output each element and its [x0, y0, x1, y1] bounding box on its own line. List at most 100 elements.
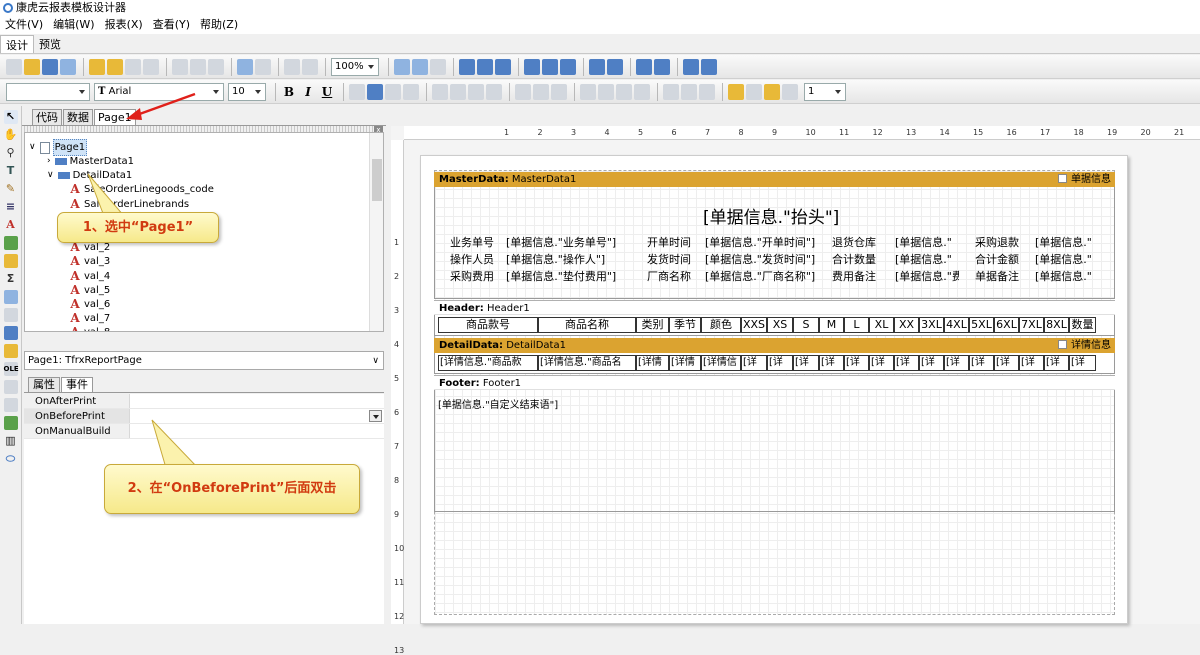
space-v-icon[interactable]: [607, 58, 623, 75]
delete-page-icon[interactable]: [125, 58, 141, 75]
field-label[interactable]: 采购退款: [975, 235, 1033, 251]
field-value[interactable]: [单据信息."操作人"]: [506, 252, 622, 268]
menu-edit[interactable]: 编辑(W): [48, 16, 99, 34]
italic-button[interactable]: I: [300, 84, 316, 100]
tree-scrollbar[interactable]: [369, 133, 383, 331]
field-value[interactable]: [单据信息."垫付费用"]: [506, 269, 622, 285]
field-label[interactable]: 厂商名称: [647, 269, 705, 285]
tab-code[interactable]: 代码: [32, 109, 62, 125]
detaildata-band[interactable]: DetailData: DetailData1 详情信息 [详情信息."商品款[…: [434, 338, 1115, 374]
text-tool-icon[interactable]: T: [4, 164, 18, 178]
detail-cell[interactable]: [详: [844, 355, 869, 371]
align-middle-icon[interactable]: [542, 58, 558, 75]
detail-cell[interactable]: [详: [767, 355, 793, 371]
detail-cell[interactable]: [详: [869, 355, 894, 371]
align-grid-icon[interactable]: [412, 58, 428, 75]
field-label[interactable]: 采购费用: [450, 269, 506, 285]
masterdata-band[interactable]: MasterData: MasterData1 单据信息 [单据信息."抬头"]…: [434, 172, 1115, 299]
header-cell[interactable]: 6XL: [994, 317, 1019, 333]
band-tool-icon[interactable]: ≡: [4, 200, 18, 214]
header-cell[interactable]: XS: [767, 317, 793, 333]
cut-icon[interactable]: [172, 58, 188, 75]
undo-icon[interactable]: [237, 58, 253, 75]
checkbox-tool-icon[interactable]: [3, 326, 18, 340]
tree-item[interactable]: Aval_4: [69, 269, 110, 284]
field-label[interactable]: 业务单号: [450, 235, 506, 251]
header-cell[interactable]: 季节: [669, 317, 701, 333]
copy-icon[interactable]: [190, 58, 206, 75]
header-cell[interactable]: L: [844, 317, 869, 333]
detail-cell[interactable]: [详: [1044, 355, 1069, 371]
footer-band[interactable]: Footer: Footer1 [单据信息."自定义结束语"]: [434, 375, 1115, 512]
bold-button[interactable]: B: [281, 84, 297, 100]
tab-preview[interactable]: 预览: [34, 35, 66, 53]
field-label[interactable]: 合计金额: [975, 252, 1033, 268]
header-band[interactable]: Header: Header1 商品款号 商品名称 类别 季节 颜色 XXS XS S M L XL…: [434, 300, 1115, 336]
detail-cell[interactable]: [详情信息."商品名: [538, 355, 636, 371]
frame-all-icon[interactable]: [663, 83, 679, 100]
header-cell[interactable]: 数量: [1069, 317, 1096, 333]
header-cell[interactable]: 商品名称: [538, 317, 636, 333]
memo-tool-icon[interactable]: A: [4, 218, 18, 232]
select-tool-icon[interactable]: ↖: [3, 110, 18, 124]
new-icon[interactable]: [6, 58, 22, 75]
fill-color-icon[interactable]: [728, 83, 744, 100]
header-cell[interactable]: M: [819, 317, 844, 333]
frame-right-icon[interactable]: [634, 83, 650, 100]
tab-properties[interactable]: 属性: [28, 377, 60, 392]
chevron-down-icon[interactable]: [369, 410, 382, 422]
tree-item[interactable]: Aval_5: [69, 283, 110, 298]
ungroup-icon[interactable]: [302, 58, 318, 75]
richtext-tool-icon[interactable]: [3, 308, 18, 322]
menu-view[interactable]: 查看(Y): [148, 16, 195, 34]
field-value[interactable]: [单据信息."业务单号"]: [506, 235, 622, 251]
page-settings-icon[interactable]: [143, 58, 159, 75]
tree-item[interactable]: Aval_6: [69, 297, 110, 312]
header-cell[interactable]: 商品款号: [438, 317, 538, 333]
valign-middle-icon[interactable]: [533, 83, 549, 100]
center-v-icon[interactable]: [654, 58, 670, 75]
chart-tool-icon[interactable]: [3, 344, 18, 358]
header-cell[interactable]: 8XL: [1044, 317, 1069, 333]
text-align-center-icon[interactable]: [450, 83, 466, 100]
frame-left-icon[interactable]: [616, 83, 632, 100]
frame-none-icon[interactable]: [681, 83, 697, 100]
field-value[interactable]: [单据信息.": [1035, 269, 1095, 285]
group-icon[interactable]: [284, 58, 300, 75]
header-cell[interactable]: 颜色: [701, 317, 741, 333]
field-value[interactable]: [单据信息."开单时间"]: [705, 235, 823, 251]
style-combo[interactable]: [6, 82, 90, 101]
zoom-tool-icon[interactable]: ⚲: [4, 146, 18, 160]
field-value[interactable]: [单据信息."厂商名称"]: [705, 269, 823, 285]
barcode-tool-icon[interactable]: ▥: [4, 434, 18, 448]
same-height-icon[interactable]: [701, 58, 717, 75]
detail-cell[interactable]: [详情信: [701, 355, 741, 371]
line-tool-icon[interactable]: [3, 290, 18, 304]
ole-tool-icon[interactable]: OLE: [3, 362, 19, 376]
field-value[interactable]: [单据信息.": [1035, 252, 1095, 268]
detail-cell[interactable]: [详: [1069, 355, 1096, 371]
font-color-icon[interactable]: [367, 83, 383, 100]
valign-bottom-icon[interactable]: [551, 83, 567, 100]
field-label[interactable]: 退货仓库: [832, 235, 895, 251]
detail-cell[interactable]: [详情信息."商品款: [438, 355, 538, 371]
field-label[interactable]: 操作人员: [450, 252, 506, 268]
header-cell[interactable]: XX: [894, 317, 919, 333]
shape-tool-icon[interactable]: [3, 416, 18, 430]
field-label[interactable]: 发货时间: [647, 252, 705, 268]
zoom-combo[interactable]: 100%: [331, 57, 379, 76]
field-label[interactable]: 单据备注: [975, 269, 1033, 285]
menu-report[interactable]: 报表(X): [100, 16, 148, 34]
valign-top-icon[interactable]: [515, 83, 531, 100]
highlight-icon[interactable]: [385, 83, 401, 100]
save-icon[interactable]: [42, 58, 58, 75]
open-icon[interactable]: [24, 58, 40, 75]
line-style-icon[interactable]: [782, 83, 798, 100]
hand-tool-icon[interactable]: ✋: [4, 128, 18, 142]
dbcrosstab-tool-icon[interactable]: [3, 398, 18, 412]
detail-cell[interactable]: [详: [919, 355, 944, 371]
shadow-icon[interactable]: [699, 83, 715, 100]
closing-text-field[interactable]: [单据信息."自定义结束语"]: [438, 398, 558, 414]
rotation-icon[interactable]: [403, 83, 419, 100]
tree-root[interactable]: ∨ Page1: [29, 139, 88, 156]
